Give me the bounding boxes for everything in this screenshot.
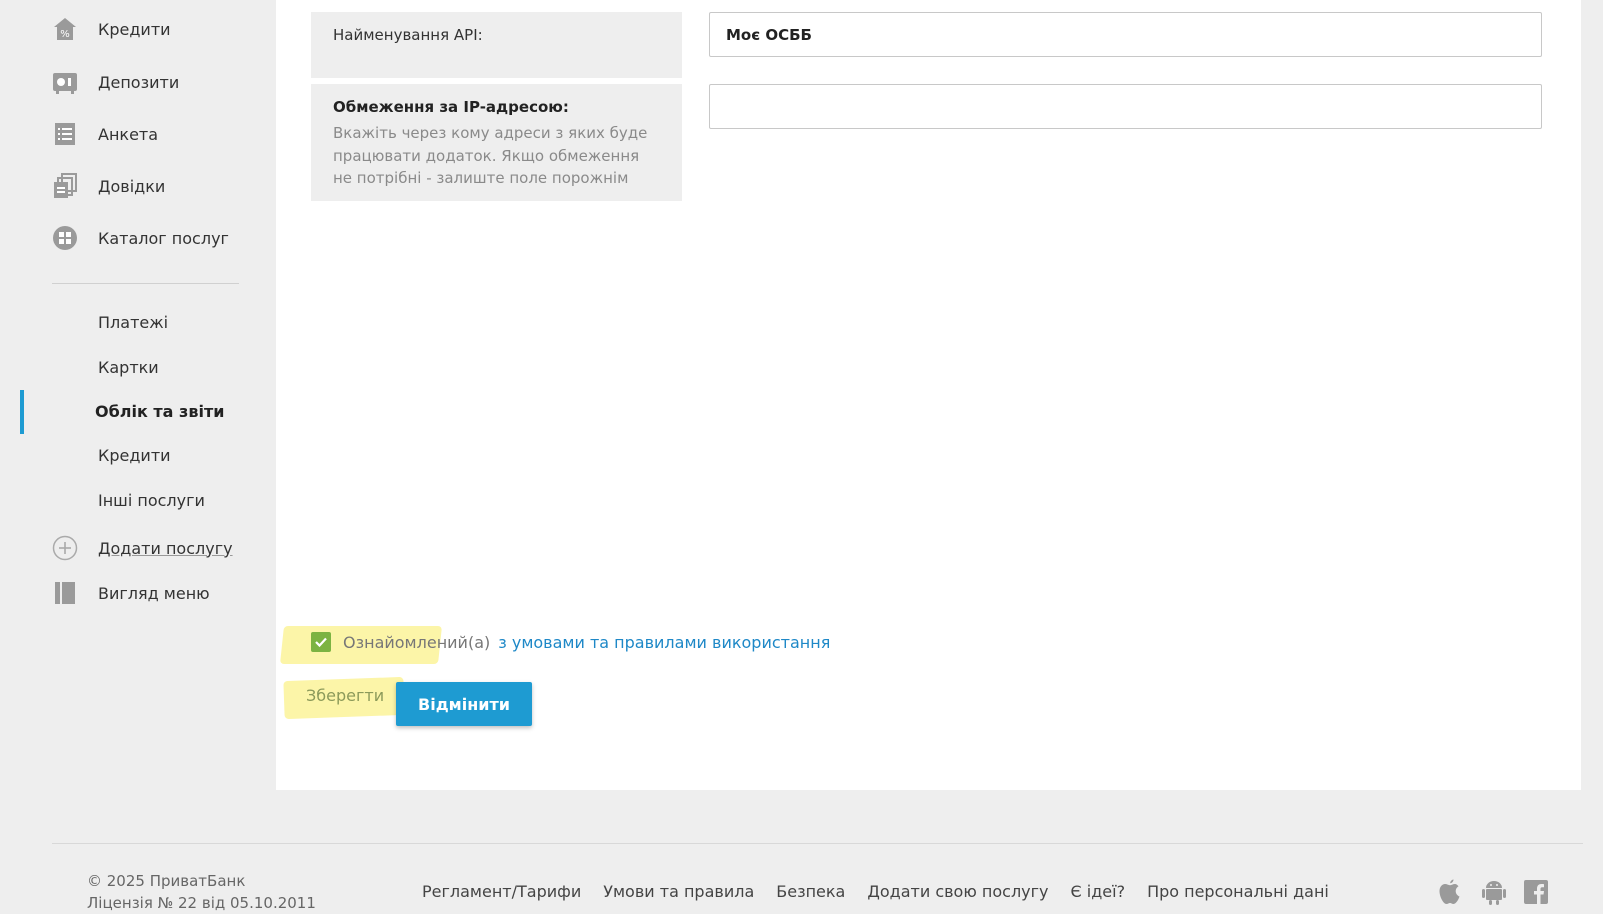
footer-links: Регламент/Тарифи Умови та правила Безпек…	[422, 882, 1329, 901]
footer-link-ideas[interactable]: Є ідеї?	[1071, 882, 1126, 901]
menu-view-label: Вигляд меню	[98, 583, 210, 603]
sidebar-item-deposits[interactable]: Депозити	[52, 67, 179, 97]
api-name-label: Найменування API:	[333, 26, 483, 44]
svg-text:%: %	[60, 29, 70, 40]
footer-divider	[52, 843, 1583, 844]
apple-icon[interactable]	[1438, 878, 1462, 906]
footer-link-terms[interactable]: Умови та правила	[603, 882, 754, 901]
footer-link-personal-data[interactable]: Про персональні дані	[1147, 882, 1329, 901]
description-line: не потрібні - залиште поле порожнім	[333, 169, 629, 187]
facebook-icon[interactable]	[1524, 878, 1548, 906]
checkmark-icon	[315, 637, 327, 648]
sidebar-item-credits[interactable]: % Кредити	[52, 14, 171, 44]
copyright-text: © 2025 ПриватБанк	[87, 872, 246, 890]
cancel-button[interactable]: Відмінити	[396, 682, 532, 726]
house-percent-icon: %	[52, 16, 78, 42]
active-indicator	[20, 390, 24, 434]
sidebar-subitem-other-services[interactable]: Інші послуги	[98, 491, 205, 510]
description-line: Вкажіть через кому адреси з яких буде	[333, 124, 648, 142]
sidebar-item-label: Кредити	[98, 19, 171, 39]
form-list-icon	[52, 121, 78, 147]
footer-link-regulations[interactable]: Регламент/Тарифи	[422, 882, 581, 901]
grid-catalog-icon	[52, 225, 78, 251]
footer-copyright: © 2025 ПриватБанк Ліцензія № 22 від 05.1…	[87, 870, 316, 914]
sidebar-subitem-payments[interactable]: Платежі	[98, 313, 168, 332]
footer-link-security[interactable]: Безпека	[776, 882, 845, 901]
sidebar-item-certificates[interactable]: Довідки	[52, 171, 165, 201]
sidebar-item-catalog[interactable]: Каталог послуг	[52, 223, 229, 253]
agree-text: Ознайомлений(а)	[343, 632, 491, 652]
ip-restriction-label: Обмеження за IP-адресою:	[333, 98, 569, 116]
documents-icon	[52, 173, 78, 199]
sidebar-item-label: Каталог послуг	[98, 228, 229, 248]
menu-layout-icon	[52, 580, 78, 606]
terms-link[interactable]: з умовами та правилами використання	[498, 633, 830, 652]
deposit-icon	[52, 69, 78, 95]
ip-restriction-description: Вкажіть через кому адреси з яких буде пр…	[333, 122, 660, 190]
sidebar-divider	[52, 283, 239, 284]
plus-circle-icon	[52, 535, 78, 561]
save-button[interactable]: Зберегти	[306, 686, 384, 705]
description-line: працювати додаток. Якщо обмеження	[333, 146, 640, 165]
agree-checkbox[interactable]	[311, 632, 331, 652]
add-service-label: Додати послугу	[98, 538, 233, 558]
sidebar-item-label: Депозити	[98, 72, 180, 92]
menu-view-button[interactable]: Вигляд меню	[52, 578, 210, 608]
sidebar-subitem-accounting-reports[interactable]: Облік та звіти	[95, 402, 224, 421]
android-icon[interactable]	[1482, 878, 1506, 906]
sidebar-item-label: Довідки	[98, 176, 166, 196]
license-text: Ліцензія № 22 від 05.10.2011	[87, 894, 316, 912]
sidebar-item-form[interactable]: Анкета	[52, 119, 158, 149]
agree-row: Ознайомлений(а) з умовами та правилами в…	[311, 632, 830, 652]
sidebar-subitem-cards[interactable]: Картки	[98, 358, 159, 377]
sidebar-subitem-credits[interactable]: Кредити	[98, 446, 171, 465]
sidebar-item-label: Анкета	[98, 124, 159, 144]
ip-restriction-label-box: Обмеження за IP-адресою: Вкажіть через к…	[311, 84, 682, 201]
footer-link-add-service[interactable]: Додати свою послугу	[867, 882, 1048, 901]
add-service-link[interactable]: Додати послугу	[52, 533, 233, 563]
api-name-label-box: Найменування API:	[311, 12, 682, 78]
ip-restriction-input[interactable]	[709, 84, 1542, 129]
sidebar: % Кредити Депозити Анкета Довідки Катало…	[0, 0, 270, 800]
api-name-input[interactable]	[709, 12, 1542, 57]
